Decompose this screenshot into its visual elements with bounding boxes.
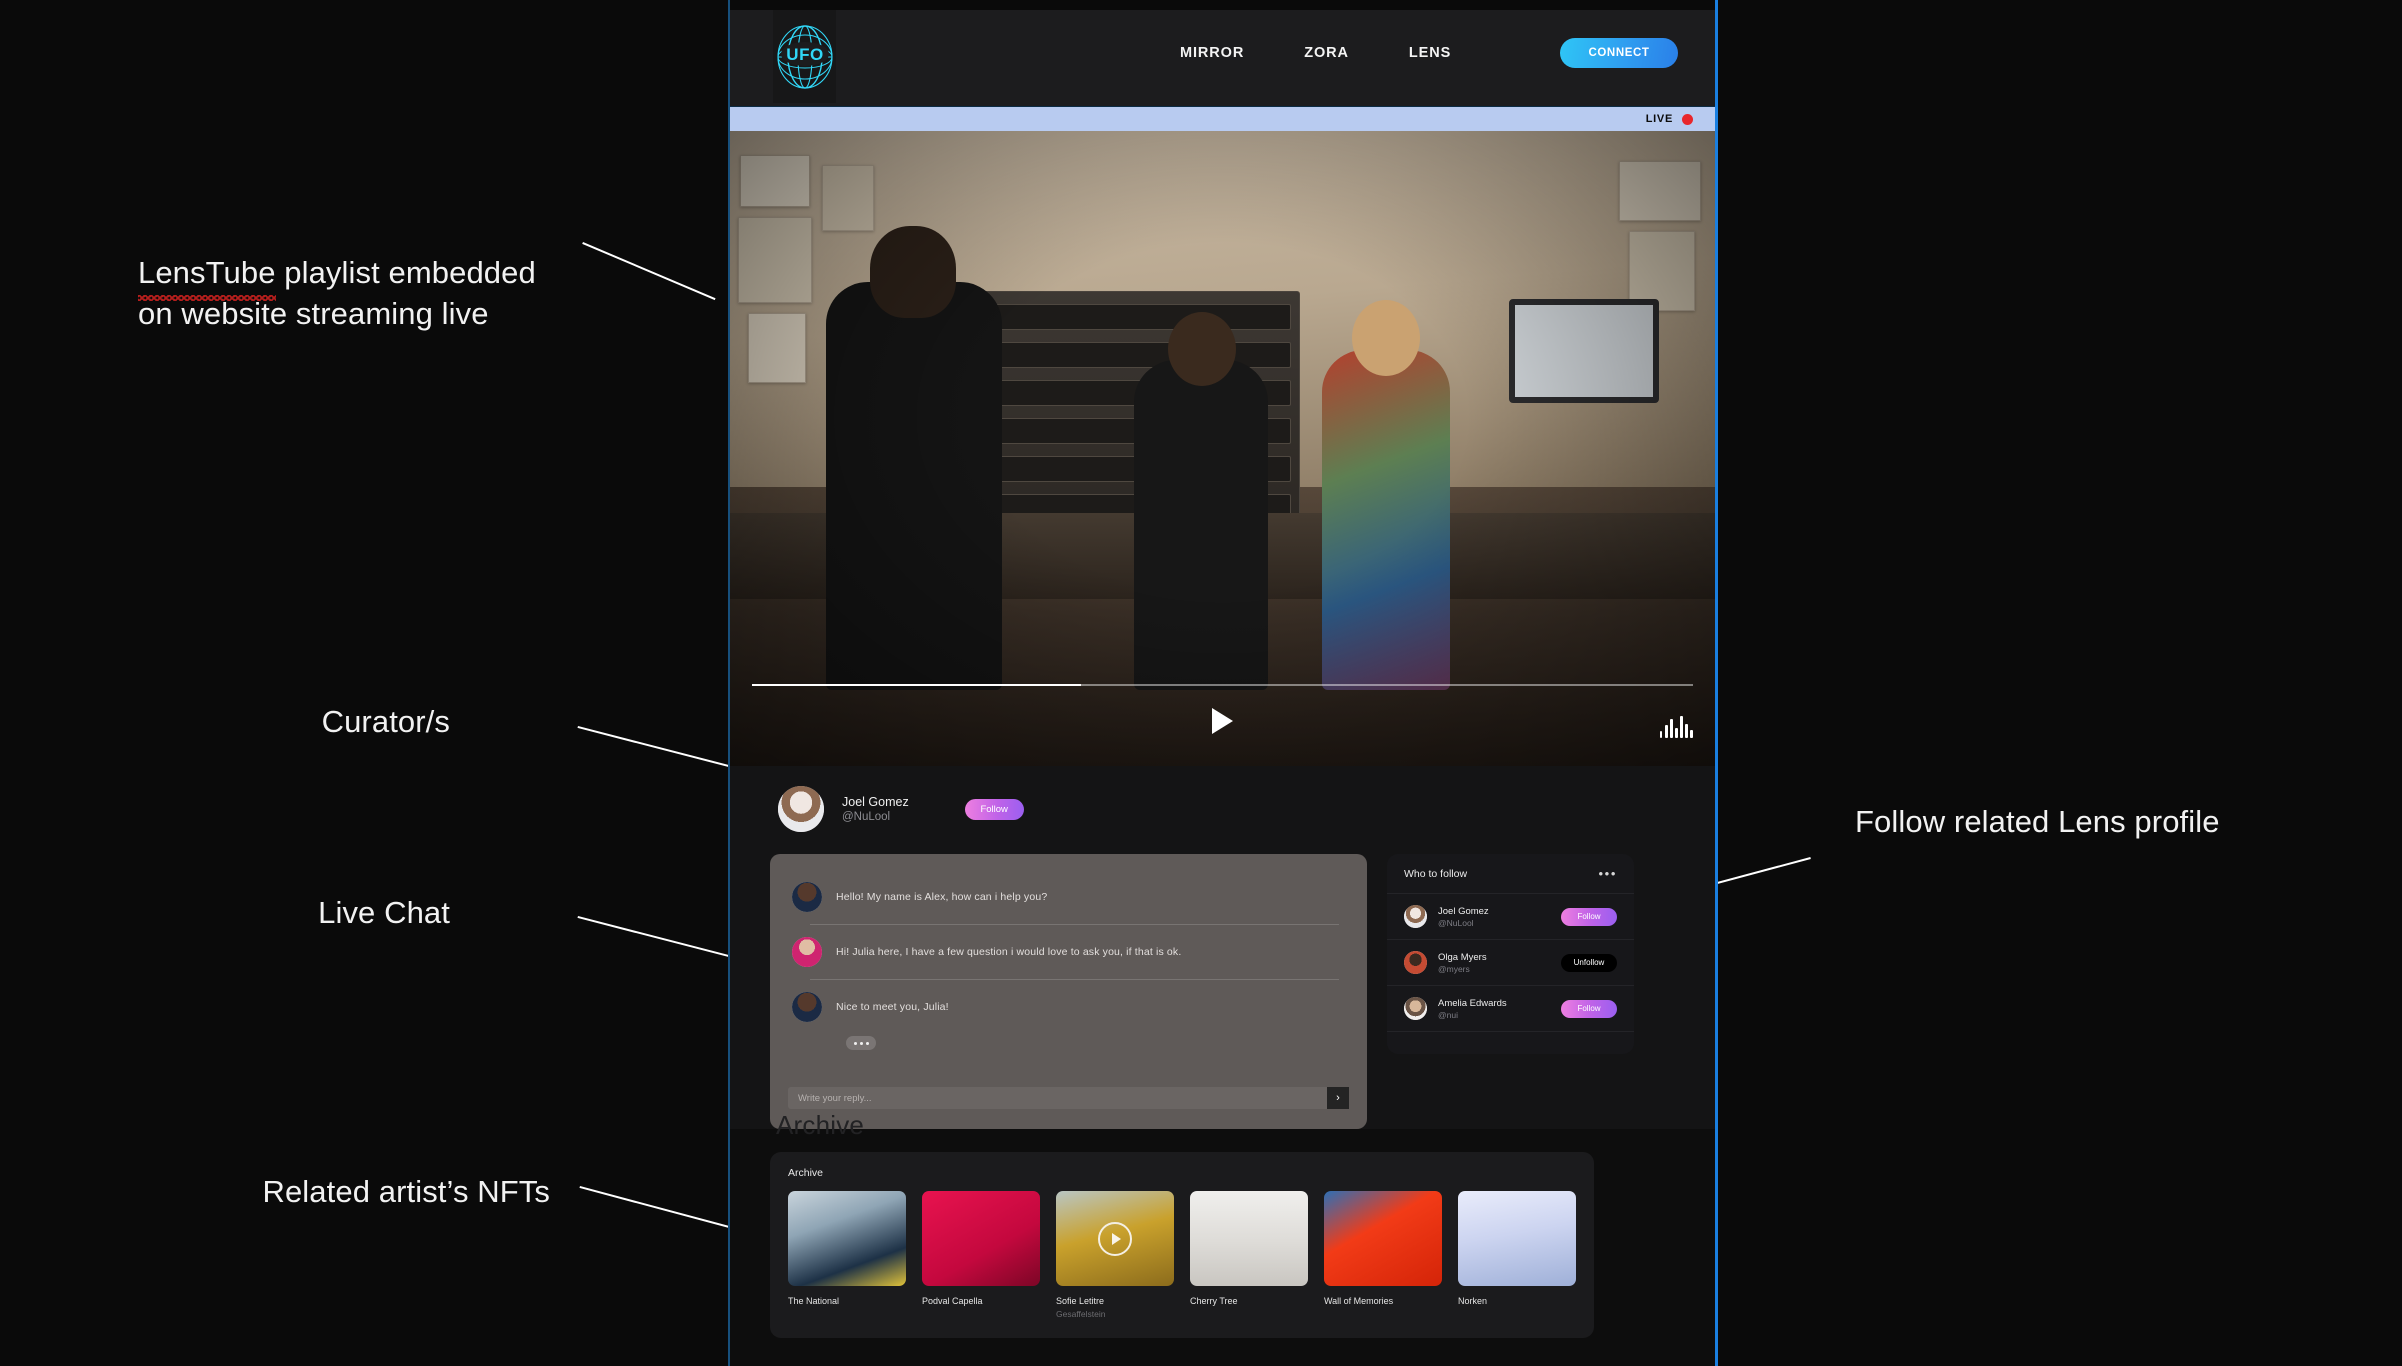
follow-button[interactable]: Follow [1561,907,1617,926]
unfollow-button[interactable]: Unfollow [1561,953,1617,972]
annotation-live-chat: Live Chat [318,895,450,930]
who-to-follow-handle: @nui [1438,1009,1458,1020]
archive-item-label: Podval Capella [922,1296,983,1306]
live-label: LIVE [1645,113,1673,125]
chat-divider [810,924,1339,925]
who-to-follow-item: Olga Myers @myers Unfollow [1387,940,1634,986]
avatar-amelia[interactable] [1404,997,1427,1020]
curator-name: Joel Gomez [842,795,909,809]
mid-section: Hello! My name is Alex, how can i help y… [730,854,1715,1129]
chat-message: Hi! Julia here, I have a few question i … [788,927,1349,977]
archive-item-label: Wall of Memories [1324,1296,1394,1306]
avatar-alex [792,992,822,1022]
video-progress-bar[interactable] [752,684,1693,686]
typing-indicator [846,1036,876,1050]
curator-meta: Joel Gomez @NuLool [842,795,909,823]
chat-message-text: Nice to meet you, Julia! [836,1001,949,1013]
who-to-follow-name: Amelia Edwards [1438,997,1507,1009]
avatar-olga[interactable] [1404,951,1427,974]
play-icon[interactable] [1098,1221,1132,1256]
chat-divider [810,979,1339,980]
video-player[interactable] [730,131,1715,766]
equalizer-icon[interactable] [1659,716,1693,738]
chat-message-text: Hello! My name is Alex, how can i help y… [836,891,1048,903]
live-chat-panel: Hello! My name is Alex, how can i help y… [770,854,1367,1129]
chat-input[interactable] [788,1087,1327,1109]
archive-item-label: Norken [1458,1296,1488,1306]
who-to-follow-name: Joel Gomez [1438,905,1489,917]
who-to-follow-item: Joel Gomez @NuLool Follow [1387,894,1634,940]
chat-send-button[interactable]: › [1327,1087,1349,1109]
archive-thumbnail[interactable] [1324,1191,1442,1286]
who-to-follow-handle: @NuLool [1438,917,1474,928]
who-to-follow-title: Who to follow [1404,868,1468,880]
video-progress-fill [752,684,1082,686]
who-to-follow-footer [1387,1032,1634,1054]
connect-wallet-button[interactable]: CONNECT [1560,38,1678,68]
main-nav: MIRROR ZORA LENS [1180,45,1451,61]
live-indicator-dot [1682,113,1693,125]
avatar-curator[interactable] [778,786,824,832]
nav-item-mirror[interactable]: MIRROR [1180,45,1244,61]
avatar-joel[interactable] [1404,905,1427,928]
who-to-follow-meta: Amelia Edwards @nui [1438,998,1550,1020]
archive-grid: The National Podval Capella Sofie Letitr… [788,1191,1576,1319]
archive-item-sublabel: Gesaffelstein [1056,1309,1106,1319]
chat-message: Hello! My name is Alex, how can i help y… [788,872,1349,922]
archive-thumbnail[interactable] [922,1191,1040,1286]
svg-text:UFO: UFO [786,45,823,64]
archive-item[interactable]: Podval Capella [922,1191,1040,1319]
nav-item-zora[interactable]: ZORA [1304,45,1349,61]
who-to-follow-item: Amelia Edwards @nui Follow [1387,986,1634,1032]
who-to-follow-panel: Who to follow ••• Joel Gomez @NuLool Fol… [1387,854,1634,1054]
archive-item-label: Sofie Letitre [1056,1296,1105,1306]
archive-thumbnail[interactable] [1190,1191,1308,1286]
chat-spacer [788,1050,1349,1087]
annotation-curators: Curator/s [321,704,450,739]
who-to-follow-meta: Olga Myers @myers [1438,952,1550,974]
archive-item[interactable]: Cherry Tree [1190,1191,1308,1319]
chat-input-row: › [788,1087,1349,1109]
follow-button[interactable]: Follow [1561,999,1617,1018]
who-to-follow-header: Who to follow ••• [1387,854,1634,894]
archive-item[interactable]: The National [788,1191,906,1319]
annotation-follow-lens-profile: Follow related Lens profile [1855,804,2220,839]
archive-panel: Archive The National Podval Capella Sofi… [770,1152,1594,1338]
screenshot-root: LensTube playlist embedded on website str… [0,0,2402,1366]
live-status-bar: LIVE [730,107,1715,131]
archive-item[interactable]: Norken [1458,1191,1576,1319]
archive-thumbnail[interactable] [1458,1191,1576,1286]
annotation-misspelled-word: LensTube [138,253,276,301]
archive-thumbnail[interactable] [788,1191,906,1286]
ufo-globe-icon: UFO [776,24,833,89]
video-frame-image [730,131,1715,766]
curator-handle: @NuLool [842,811,891,823]
play-button[interactable] [1202,700,1244,742]
archive-item-label: Cherry Tree [1190,1296,1238,1306]
curator-follow-button[interactable]: Follow [964,798,1024,820]
avatar-julia [792,937,822,967]
who-to-follow-name: Olga Myers [1438,951,1487,963]
curator-row: Joel Gomez @NuLool Follow [730,766,1715,854]
archive-item[interactable]: Sofie Letitre Gesaffelstein [1056,1191,1174,1319]
chat-message: Nice to meet you, Julia! [788,982,1349,1032]
website-viewport: UFO MIRROR ZORA LENS CONNECT LIVE Joel G… [728,0,1718,1366]
header-top-strip [730,0,1715,10]
annotation-lenstube: LensTube playlist embedded on website str… [138,212,608,335]
nav-item-lens[interactable]: LENS [1409,45,1451,61]
archive-thumbnail[interactable] [1056,1191,1174,1286]
chat-message-text: Hi! Julia here, I have a few question i … [836,946,1182,958]
play-icon [1212,708,1233,734]
who-to-follow-meta: Joel Gomez @NuLool [1438,906,1550,928]
avatar-alex [792,882,822,912]
archive-title: Archive [788,1167,824,1179]
who-to-follow-handle: @myers [1438,963,1470,974]
archive-item[interactable]: Wall of Memories [1324,1191,1442,1319]
site-header: UFO MIRROR ZORA LENS CONNECT [730,0,1715,107]
archive-item-label: The National [788,1296,840,1306]
annotation-related-nfts: Related artist’s NFTs [262,1174,550,1209]
more-options-icon[interactable]: ••• [1599,867,1617,880]
ufo-logo[interactable]: UFO [773,10,836,103]
